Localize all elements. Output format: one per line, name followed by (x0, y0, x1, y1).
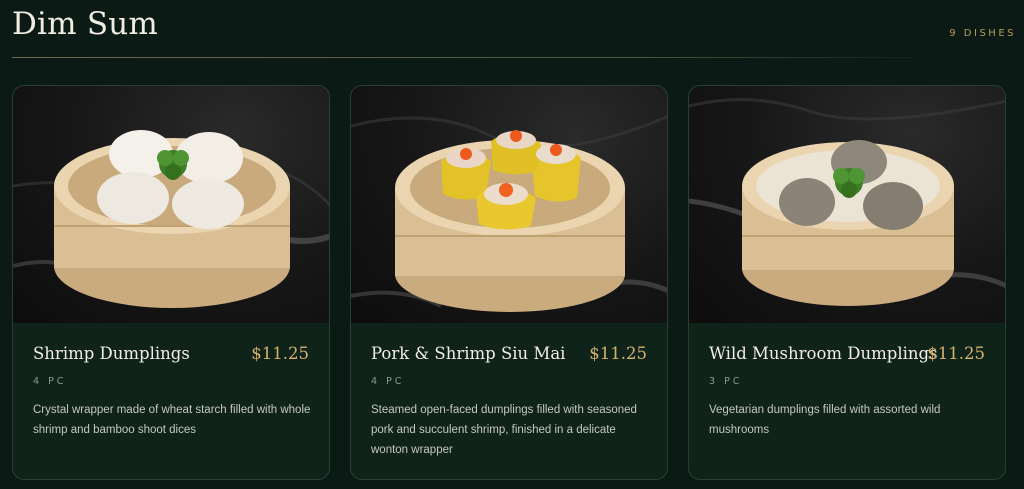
dish-price: $11.25 (589, 344, 647, 363)
shrimp-dumplings-photo (13, 86, 329, 323)
dish-card-wild-mushroom-dumplings[interactable]: Wild Mushroom Dumplings $11.25 3 PC Vege… (688, 85, 1006, 480)
dish-quantity: 4 PC (371, 376, 405, 387)
dish-card-siu-mai[interactable]: Pork & Shrimp Siu Mai $11.25 4 PC Steame… (350, 85, 668, 480)
header-divider (12, 57, 917, 58)
dish-description: Vegetarian dumplings filled with assorte… (709, 404, 941, 436)
dish-name: Wild Mushroom Dumplings (709, 344, 938, 363)
dish-price: $11.25 (927, 344, 985, 363)
dish-quantity: 4 PC (33, 376, 67, 387)
dish-description: Steamed open-faced dumplings filled with… (371, 404, 637, 456)
dish-count: 9 DISHES (949, 28, 1016, 39)
section-header: Dim Sum 9 DISHES (12, 0, 1016, 60)
dish-name: Pork & Shrimp Siu Mai (371, 344, 566, 363)
section-title: Dim Sum (12, 6, 159, 42)
dish-grid: Shrimp Dumplings $11.25 4 PC Crystal wra… (12, 85, 1006, 480)
dish-card-shrimp-dumplings[interactable]: Shrimp Dumplings $11.25 4 PC Crystal wra… (12, 85, 330, 480)
dish-quantity: 3 PC (709, 376, 743, 387)
dish-description: Crystal wrapper made of wheat starch fil… (33, 404, 311, 436)
siu-mai-photo (351, 86, 667, 323)
mushroom-dumplings-photo (689, 86, 1005, 323)
dish-name: Shrimp Dumplings (33, 344, 190, 363)
dish-price: $11.25 (251, 344, 309, 363)
